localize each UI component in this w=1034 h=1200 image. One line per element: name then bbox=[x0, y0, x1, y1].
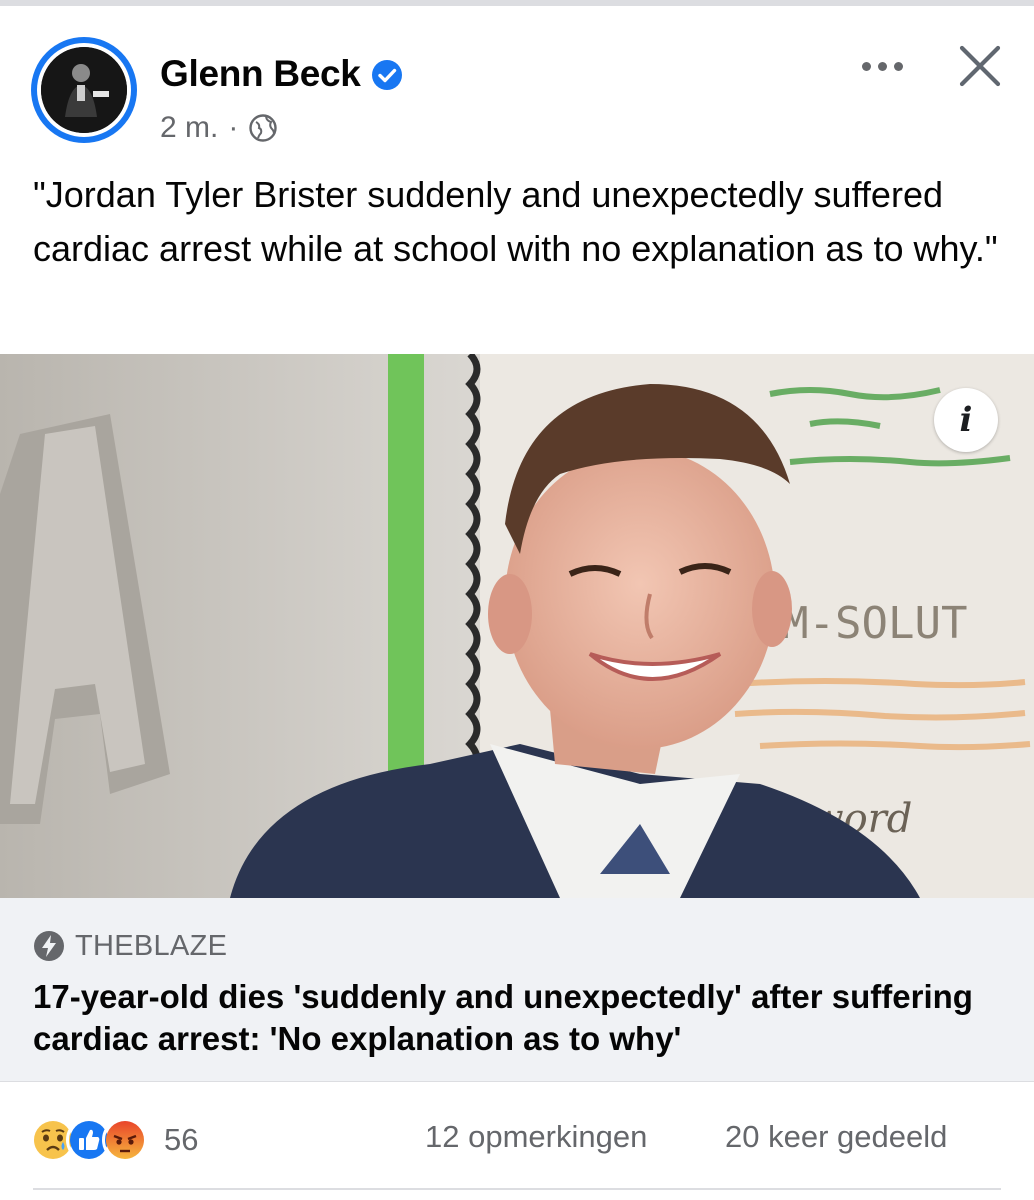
post-image[interactable]: M-SOLUT al word bbox=[0, 354, 1034, 898]
author-row: Glenn Beck bbox=[160, 52, 403, 96]
reaction-count: 56 bbox=[164, 1122, 199, 1157]
meta-separator: · bbox=[228, 111, 239, 144]
verified-badge-icon bbox=[371, 60, 402, 90]
post-text: "Jordan Tyler Brister suddenly and unexp… bbox=[33, 174, 998, 269]
lightning-bolt-icon bbox=[34, 931, 64, 961]
link-source-row: THEBLAZE bbox=[33, 928, 227, 964]
shares-count[interactable]: 20 keer gedeeld bbox=[725, 1117, 947, 1157]
avatar-photo bbox=[41, 47, 127, 133]
angry-reaction-icon bbox=[102, 1117, 148, 1163]
reactions-summary[interactable]: 56 bbox=[30, 1117, 198, 1163]
globe-icon bbox=[249, 114, 278, 142]
post-time[interactable]: 2 m. bbox=[160, 108, 218, 148]
author-avatar[interactable] bbox=[31, 37, 137, 143]
top-divider bbox=[0, 0, 1034, 6]
close-icon[interactable] bbox=[956, 42, 1004, 90]
comments-count[interactable]: 12 opmerkingen bbox=[425, 1117, 647, 1157]
more-dots-icon[interactable] bbox=[862, 56, 912, 76]
bottom-divider bbox=[33, 1188, 1001, 1190]
post-photo: M-SOLUT al word bbox=[0, 354, 1034, 898]
link-headline[interactable]: 17-year-old dies 'suddenly and unexpecte… bbox=[33, 976, 993, 1060]
post-meta: 2 m. · bbox=[160, 108, 278, 148]
author-name[interactable]: Glenn Beck bbox=[160, 52, 361, 96]
board-text: M-SOLUT bbox=[782, 598, 967, 649]
link-source: THEBLAZE bbox=[75, 930, 228, 962]
info-button[interactable]: i bbox=[934, 388, 998, 452]
